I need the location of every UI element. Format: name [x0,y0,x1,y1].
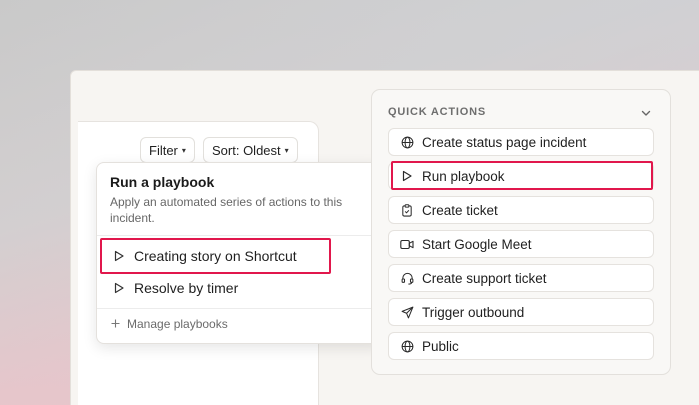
filter-label: Filter [149,142,178,158]
playbook-item-label: Creating story on Shortcut [134,248,297,264]
chevron-down-icon[interactable] [640,106,652,124]
create-support-ticket-button[interactable]: Create support ticket [388,264,654,292]
play-icon [400,169,414,183]
qa-label: Public [422,338,459,354]
divider [97,308,383,309]
dropdown-title: Run a playbook [110,174,215,190]
playbook-item-label: Resolve by timer [134,280,239,296]
plus-icon [111,317,120,331]
clipboard-icon [400,203,414,217]
playbook-item-resolve-by-timer[interactable]: Resolve by timer [103,274,379,302]
play-icon [113,282,125,294]
play-icon [113,250,125,262]
qa-label: Create support ticket [422,270,547,286]
quick-actions-header: QUICK ACTIONS [388,106,486,118]
run-playbook-dropdown: Run a playbook Apply an automated series… [96,162,384,344]
send-icon [400,305,414,319]
manage-playbooks-link[interactable]: Manage playbooks [111,317,228,331]
create-ticket-button[interactable]: Create ticket [388,196,654,224]
playbook-item-creating-story[interactable]: Creating story on Shortcut [103,242,379,270]
globe-icon [400,339,414,353]
caret-down-icon: ▾ [284,145,289,155]
globe-icon [400,135,414,149]
qa-label: Start Google Meet [422,236,532,252]
qa-label: Create status page incident [422,134,587,150]
qa-label: Trigger outbound [422,304,525,320]
create-status-page-incident-button[interactable]: Create status page incident [388,128,654,156]
start-google-meet-button[interactable]: Start Google Meet [388,230,654,258]
caret-down-icon: ▾ [181,145,186,155]
run-playbook-button[interactable]: Run playbook [388,162,654,190]
dropdown-description: Apply an automated series of actions to … [110,195,343,225]
divider [97,235,383,236]
manage-playbooks-label: Manage playbooks [127,317,228,331]
qa-label: Run playbook [422,168,505,184]
video-icon [400,237,414,251]
headset-icon [400,271,414,285]
sort-label: Sort: Oldest [212,142,281,158]
qa-label: Create ticket [422,202,498,218]
public-button[interactable]: Public [388,332,654,360]
filter-button[interactable]: Filter ▾ [140,137,195,163]
quick-actions-card: QUICK ACTIONS Create status page inciden… [371,89,671,375]
sort-button[interactable]: Sort: Oldest ▾ [203,137,298,163]
trigger-outbound-button[interactable]: Trigger outbound [388,298,654,326]
